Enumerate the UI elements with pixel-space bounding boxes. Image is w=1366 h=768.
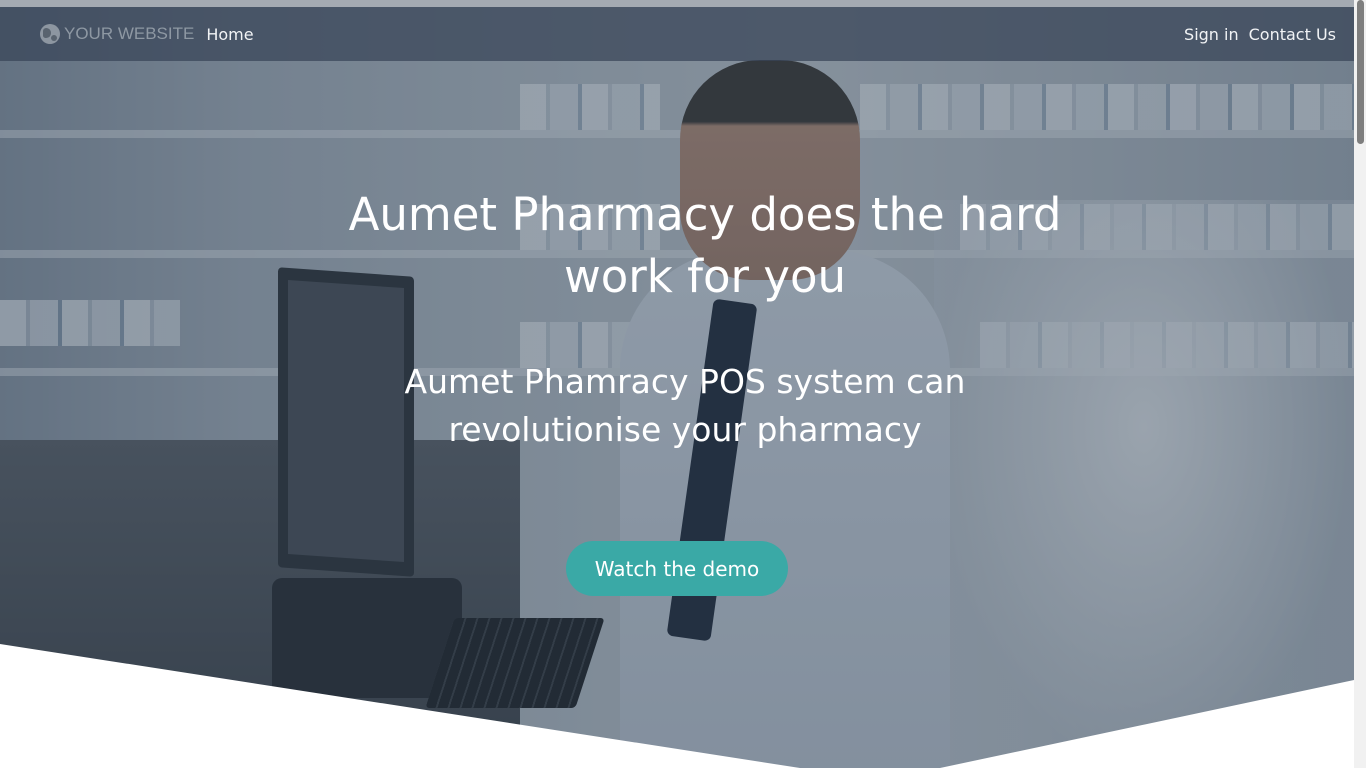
- top-strip: [0, 0, 1366, 7]
- watch-demo-button[interactable]: Watch the demo: [566, 541, 788, 596]
- nav-contact-link[interactable]: Contact Us: [1249, 25, 1336, 44]
- hero-subheadline: Aumet Phamracy POS system can revolution…: [404, 362, 966, 449]
- hero-headline: Aumet Pharmacy does the hard work for yo…: [348, 188, 1062, 303]
- globe-icon: [40, 24, 60, 44]
- brand-name: YOUR WEBSITE: [64, 24, 195, 43]
- nav-sign-in-link[interactable]: Sign in: [1184, 25, 1239, 44]
- navbar: YOUR WEBSITE Home Sign in Contact Us: [0, 7, 1354, 61]
- brand-logo-link[interactable]: YOUR WEBSITE: [40, 24, 194, 44]
- scrollbar-thumb[interactable]: [1357, 0, 1364, 144]
- hero-content: Aumet Pharmacy does the hard work for yo…: [0, 0, 1354, 768]
- vertical-scrollbar[interactable]: [1354, 0, 1366, 768]
- nav-home-link[interactable]: Home: [206, 25, 253, 44]
- landing-page: Aumet Pharmacy does the hard work for yo…: [0, 0, 1366, 768]
